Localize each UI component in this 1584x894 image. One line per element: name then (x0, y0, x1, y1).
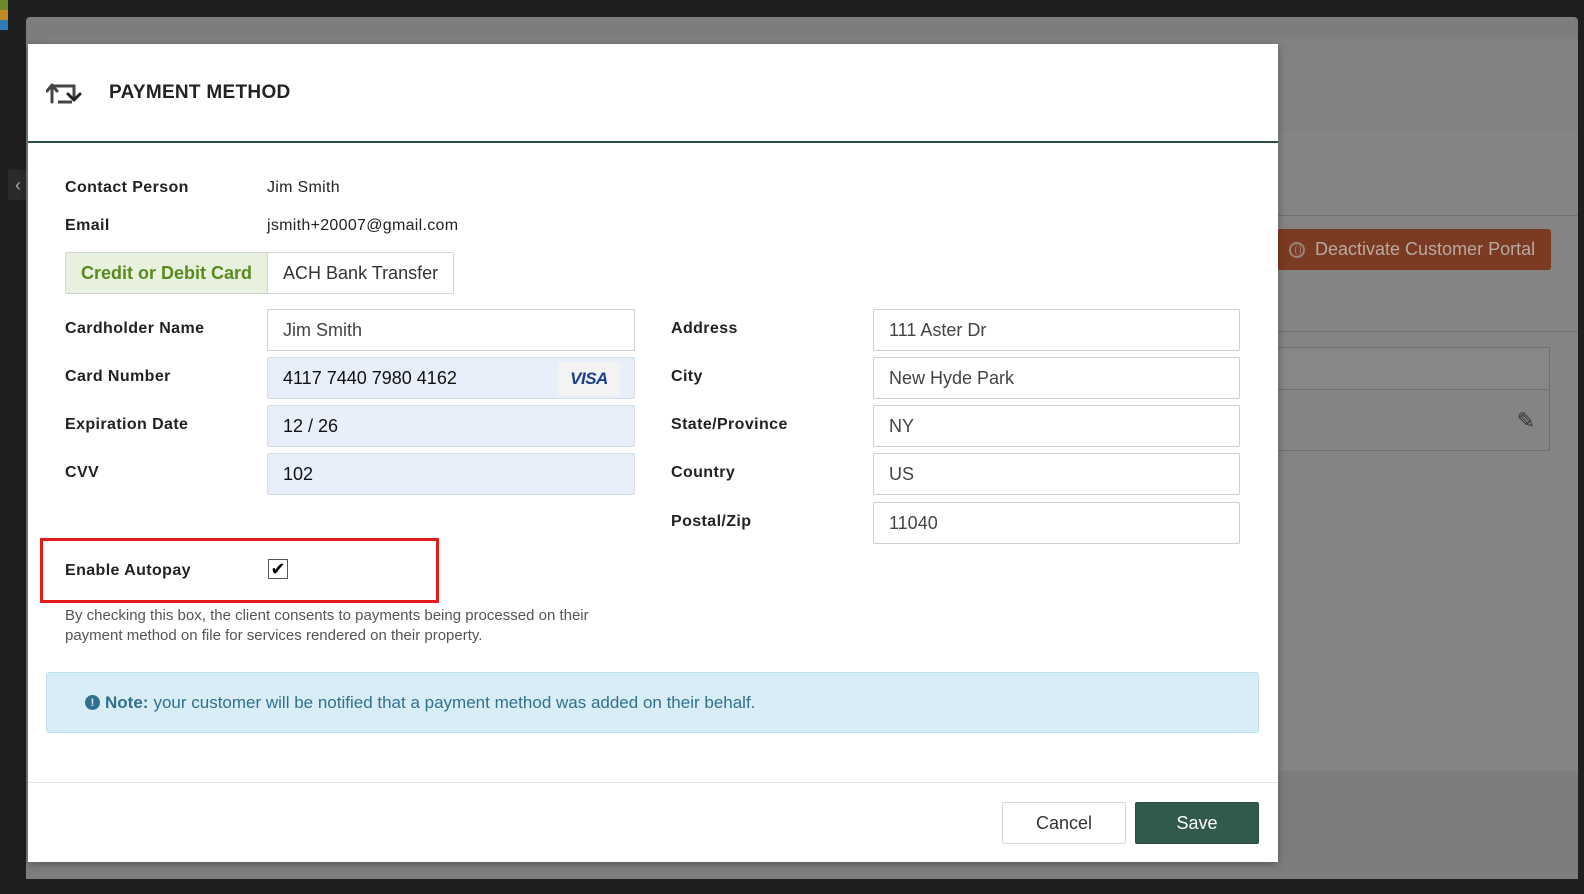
postal-zip-value: 11040 (889, 512, 938, 533)
cardholder-name-field[interactable]: Jim Smith (267, 309, 635, 351)
contact-person-row: Contact Person Jim Smith (65, 179, 340, 197)
state-province-label: State/Province (671, 416, 788, 433)
globe-icon (1289, 241, 1305, 258)
postal-zip-field[interactable]: 11040 (873, 502, 1240, 544)
payment-type-tabs: Credit or Debit Card ACH Bank Transfer (65, 252, 455, 294)
cardholder-name-label: Cardholder Name (65, 320, 205, 337)
autopay-consent-text: By checking this box, the client consent… (65, 607, 589, 644)
email-value: jsmith+20007@gmail.com (267, 217, 459, 234)
expiration-date-field[interactable]: 12 / 26 (267, 405, 635, 447)
modal-title: PAYMENT METHOD (109, 81, 291, 103)
country-field[interactable]: US (873, 453, 1240, 495)
city-field[interactable]: New Hyde Park (873, 357, 1240, 399)
background-table: ✎ (1276, 347, 1550, 451)
address-label: Address (671, 320, 738, 337)
pencil-icon[interactable]: ✎ (1517, 408, 1535, 434)
cvv-value: 102 (283, 463, 314, 484)
contact-person-label: Contact Person (65, 179, 189, 196)
cvv-label: CVV (65, 464, 100, 481)
postal-zip-label: Postal/Zip (671, 513, 752, 530)
card-number-value: 4117 7440 7980 4162 (283, 367, 457, 388)
checkmark-icon: ✔ (270, 559, 286, 579)
enable-autopay-label: Enable Autopay (65, 562, 191, 579)
expiration-date-label: Expiration Date (65, 416, 189, 433)
cancel-button[interactable]: Cancel (1002, 802, 1126, 844)
info-icon: ! (85, 695, 100, 710)
contact-person-value: Jim Smith (267, 179, 340, 196)
modal-header: PAYMENT METHOD (28, 44, 1278, 143)
card-number-field[interactable]: 4117 7440 7980 4162 VISA (267, 357, 635, 399)
country-label: Country (671, 464, 736, 481)
background-divider (1276, 331, 1578, 332)
save-button[interactable]: Save (1135, 802, 1259, 844)
note-alert: ! Note: your customer will be notified t… (46, 672, 1259, 733)
enable-autopay-checkbox[interactable]: ✔ (268, 559, 288, 579)
deactivate-label: Deactivate Customer Portal (1315, 239, 1536, 259)
swap-arrows-icon (45, 80, 86, 106)
email-row: Email jsmith+20007@gmail.com (65, 217, 458, 235)
note-text: your customer will be notified that a pa… (153, 692, 756, 712)
address-value: 111 Aster Dr (889, 319, 987, 340)
expiration-date-value: 12 / 26 (283, 415, 339, 436)
city-value: New Hyde Park (889, 367, 1015, 388)
email-label: Email (65, 217, 110, 234)
state-province-field[interactable]: NY (873, 405, 1240, 447)
city-label: City (671, 368, 703, 385)
left-color-strip (0, 0, 8, 40)
card-number-label: Card Number (65, 368, 171, 385)
modal-footer: Cancel Save (28, 782, 1278, 862)
cvv-field[interactable]: 102 (267, 453, 635, 495)
note-label: Note: (105, 692, 149, 712)
cardholder-name-value: Jim Smith (283, 319, 363, 340)
background-divider (1276, 215, 1578, 216)
sidebar-collapse-icon[interactable]: ‹ (8, 170, 28, 200)
visa-card-brand-icon: VISA (558, 362, 620, 396)
payment-method-modal: PAYMENT METHOD Contact Person Jim Smith … (28, 44, 1278, 862)
deactivate-customer-portal-button[interactable]: Deactivate Customer Portal (1277, 229, 1551, 270)
state-province-value: NY (889, 415, 915, 436)
background-table-header (1277, 348, 1549, 390)
address-field[interactable]: 111 Aster Dr (873, 309, 1240, 351)
country-value: US (889, 463, 915, 484)
tab-credit-or-debit-card[interactable]: Credit or Debit Card (66, 253, 269, 293)
tab-ach-bank-transfer[interactable]: ACH Bank Transfer (268, 253, 454, 293)
background-panel (1276, 131, 1578, 771)
